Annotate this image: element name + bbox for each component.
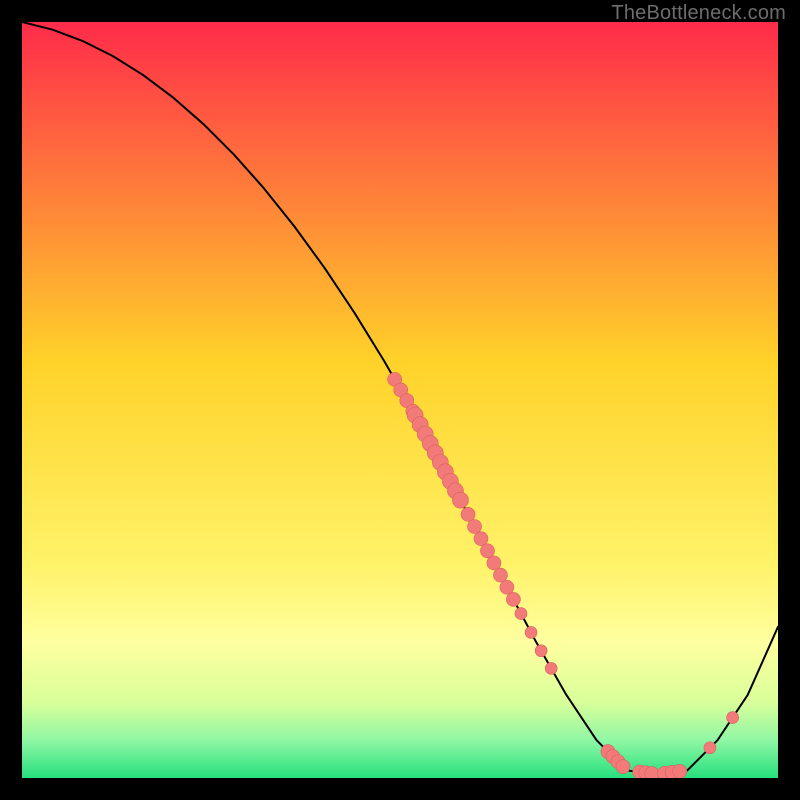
plot-area [22, 22, 778, 778]
data-point [515, 608, 527, 620]
data-point [545, 662, 557, 674]
data-point [727, 712, 739, 724]
data-point [525, 626, 537, 638]
data-point [500, 580, 514, 594]
data-point [480, 544, 494, 558]
data-point [474, 532, 488, 546]
data-point [493, 568, 507, 582]
data-point [452, 492, 468, 508]
chart-svg [22, 22, 778, 778]
data-point [487, 556, 501, 570]
data-point [461, 507, 475, 521]
data-point [616, 760, 630, 774]
data-point [645, 767, 659, 778]
data-point [673, 764, 687, 778]
chart-container: TheBottleneck.com [0, 0, 800, 800]
data-point [704, 742, 716, 754]
data-point [506, 592, 520, 606]
data-point [535, 645, 547, 657]
data-point [468, 520, 482, 534]
